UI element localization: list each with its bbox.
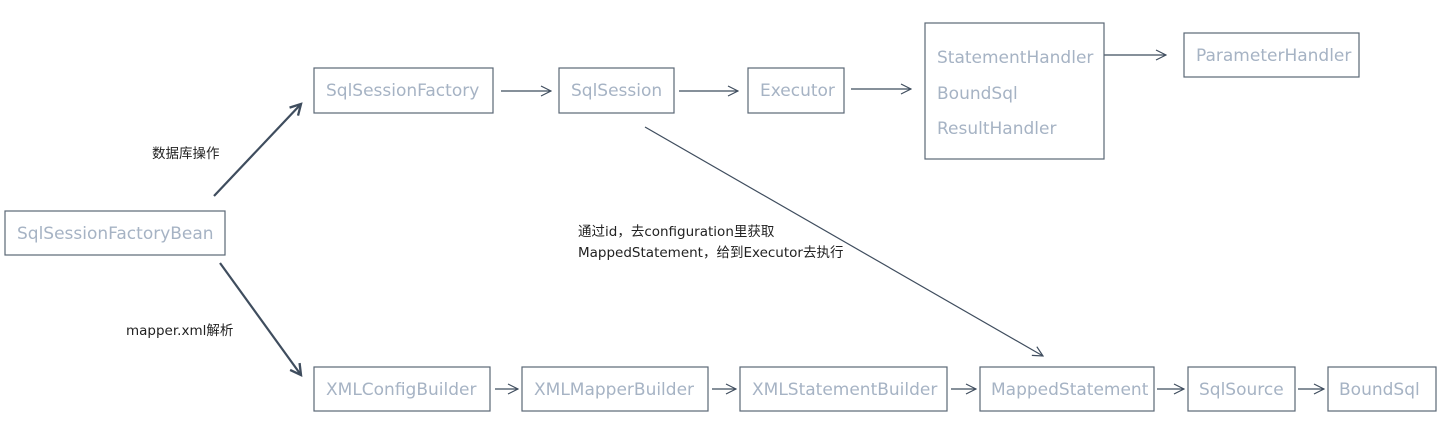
node-sql-session-factory: SqlSessionFactory — [313, 67, 494, 114]
node-label: SqlSession — [571, 81, 662, 101]
node-mapped-statement: MappedStatement — [979, 366, 1155, 412]
node-handler-group: StatementHandler BoundSql ResultHandler — [924, 22, 1105, 160]
edge-label-mapper-parse: mapper.xml解析 — [126, 323, 233, 339]
node-label: SqlSource — [1199, 380, 1284, 400]
node-label-bound-sql: BoundSql — [937, 84, 1018, 104]
node-label-result-handler: ResultHandler — [937, 119, 1056, 139]
node-label: XMLMapperBuilder — [534, 380, 694, 400]
node-xml-statement-builder: XMLStatementBuilder — [739, 366, 948, 412]
node-label: SqlSessionFactoryBean — [17, 224, 214, 244]
node-xml-config-builder: XMLConfigBuilder — [313, 366, 491, 412]
node-bound-sql: BoundSql — [1327, 366, 1437, 412]
edge-label-db-operation: 数据库操作 — [152, 146, 220, 162]
node-executor: Executor — [747, 67, 845, 114]
edge-label-lookup-line-2: MappedStatement，给到Executor去执行 — [578, 245, 843, 261]
node-label-statement-handler: StatementHandler — [937, 48, 1093, 68]
node-parameter-handler: ParameterHandler — [1183, 32, 1360, 78]
node-xml-mapper-builder: XMLMapperBuilder — [521, 366, 709, 412]
mybatis-flow-diagram: SqlSessionFactoryBean SqlSessionFactory … — [4, 22, 1437, 412]
edge-bean-to-config-builder — [219, 262, 301, 375]
node-sql-session-factory-bean: SqlSessionFactoryBean — [4, 210, 226, 256]
edge-bean-to-session-factory — [213, 104, 301, 197]
node-label: MappedStatement — [991, 380, 1149, 400]
edge-label-lookup-line-1: 通过id，去configuration里获取 — [578, 224, 775, 240]
node-sql-session: SqlSession — [558, 67, 675, 114]
node-label: ParameterHandler — [1196, 46, 1351, 66]
node-sql-source: SqlSource — [1187, 366, 1296, 412]
edge-session-to-mapped-statement — [644, 126, 1043, 356]
node-label: SqlSessionFactory — [326, 81, 479, 101]
node-label: Executor — [760, 81, 835, 101]
node-label: XMLConfigBuilder — [326, 380, 476, 400]
node-label: XMLStatementBuilder — [752, 380, 937, 400]
node-label: BoundSql — [1339, 380, 1420, 400]
